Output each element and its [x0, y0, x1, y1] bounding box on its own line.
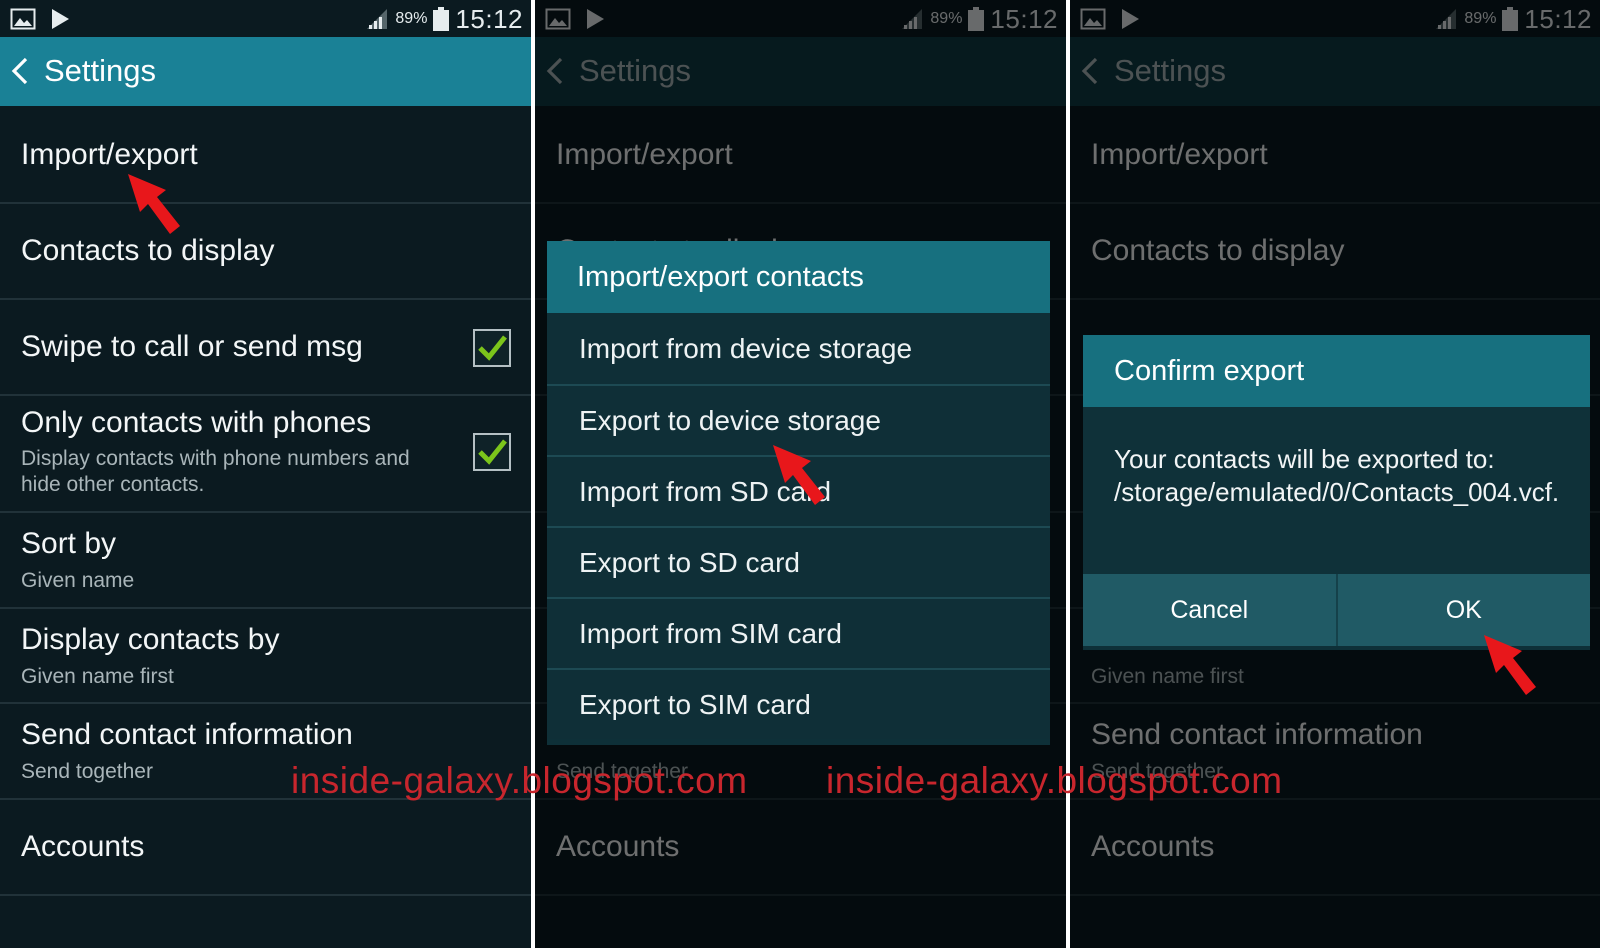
setting-value: Given name	[21, 569, 135, 592]
setting-label: Swipe to call or send msg	[21, 330, 363, 363]
watermark-text: inside-galaxy.blogspot.com	[826, 760, 1283, 801]
setting-label: Accounts	[21, 830, 145, 863]
setting-import-export[interactable]: Import/export	[0, 106, 531, 204]
import-export-screen: 89% 15:12 Settings Import/export Contact…	[535, 0, 1066, 948]
confirm-export-dialog: Confirm export Your contacts will be exp…	[1083, 335, 1590, 650]
dialog-title: Import/export contacts	[547, 241, 1050, 313]
setting-accounts[interactable]: Accounts	[0, 800, 531, 896]
dialog-message: Your contacts will be exported to: /stor…	[1083, 407, 1590, 574]
app-bar: Settings	[0, 37, 531, 106]
option-export-sd-card[interactable]: Export to SD card	[547, 526, 1050, 597]
setting-description: Display contacts with phone numbers and …	[21, 447, 410, 496]
pointer-arrow-icon	[773, 445, 825, 505]
setting-label: Send contact information	[21, 718, 353, 751]
clock: 15:12	[455, 3, 523, 34]
swipe-to-call-checkbox[interactable]	[473, 329, 511, 367]
setting-label: Sort by	[21, 527, 117, 560]
ok-button[interactable]: OK	[1335, 574, 1591, 646]
setting-label: Display contacts by	[21, 623, 280, 656]
setting-swipe-to-call[interactable]: Swipe to call or send msg	[0, 300, 531, 396]
back-arrow-icon[interactable]	[10, 56, 30, 86]
checkmark-icon	[478, 335, 507, 361]
dialog-options: Import from device storage Export to dev…	[547, 313, 1050, 739]
option-import-sim-card[interactable]: Import from SIM card	[547, 597, 1050, 668]
signal-icon	[367, 9, 388, 29]
option-export-sim-card[interactable]: Export to SIM card	[547, 668, 1050, 739]
pointer-arrow-icon	[128, 174, 180, 234]
setting-value: Send together	[21, 760, 153, 783]
only-contacts-checkbox[interactable]	[473, 433, 511, 471]
confirm-export-screen: 89% 15:12 Settings Import/export Contact…	[1070, 0, 1600, 948]
battery-icon	[433, 7, 450, 31]
cancel-button[interactable]: Cancel	[1083, 574, 1336, 646]
pointer-arrow-icon	[1484, 635, 1536, 695]
battery-percent: 89%	[395, 10, 428, 27]
checkmark-icon	[478, 439, 507, 465]
setting-only-contacts-with-phones[interactable]: Only contacts with phones Display contac…	[0, 396, 531, 513]
setting-sort-by[interactable]: Sort by Given name	[0, 513, 531, 609]
gallery-notification-icon	[10, 8, 36, 30]
dialog-title: Confirm export	[1083, 335, 1590, 407]
status-bar: 89% 15:12	[0, 0, 531, 37]
option-import-device-storage[interactable]: Import from device storage	[547, 313, 1050, 384]
page-title: Settings	[44, 53, 157, 88]
setting-display-contacts-by[interactable]: Display contacts by Given name first	[0, 609, 531, 704]
settings-screen: 89% 15:12 Settings Import/export Contact…	[0, 0, 531, 948]
watermark-text: inside-galaxy.blogspot.com	[291, 760, 748, 801]
setting-contacts-to-display[interactable]: Contacts to display	[0, 204, 531, 300]
setting-label: Import/export	[21, 138, 198, 171]
setting-label: Only contacts with phones	[21, 406, 372, 439]
play-notification-icon	[52, 9, 69, 29]
setting-value: Given name first	[21, 665, 174, 688]
